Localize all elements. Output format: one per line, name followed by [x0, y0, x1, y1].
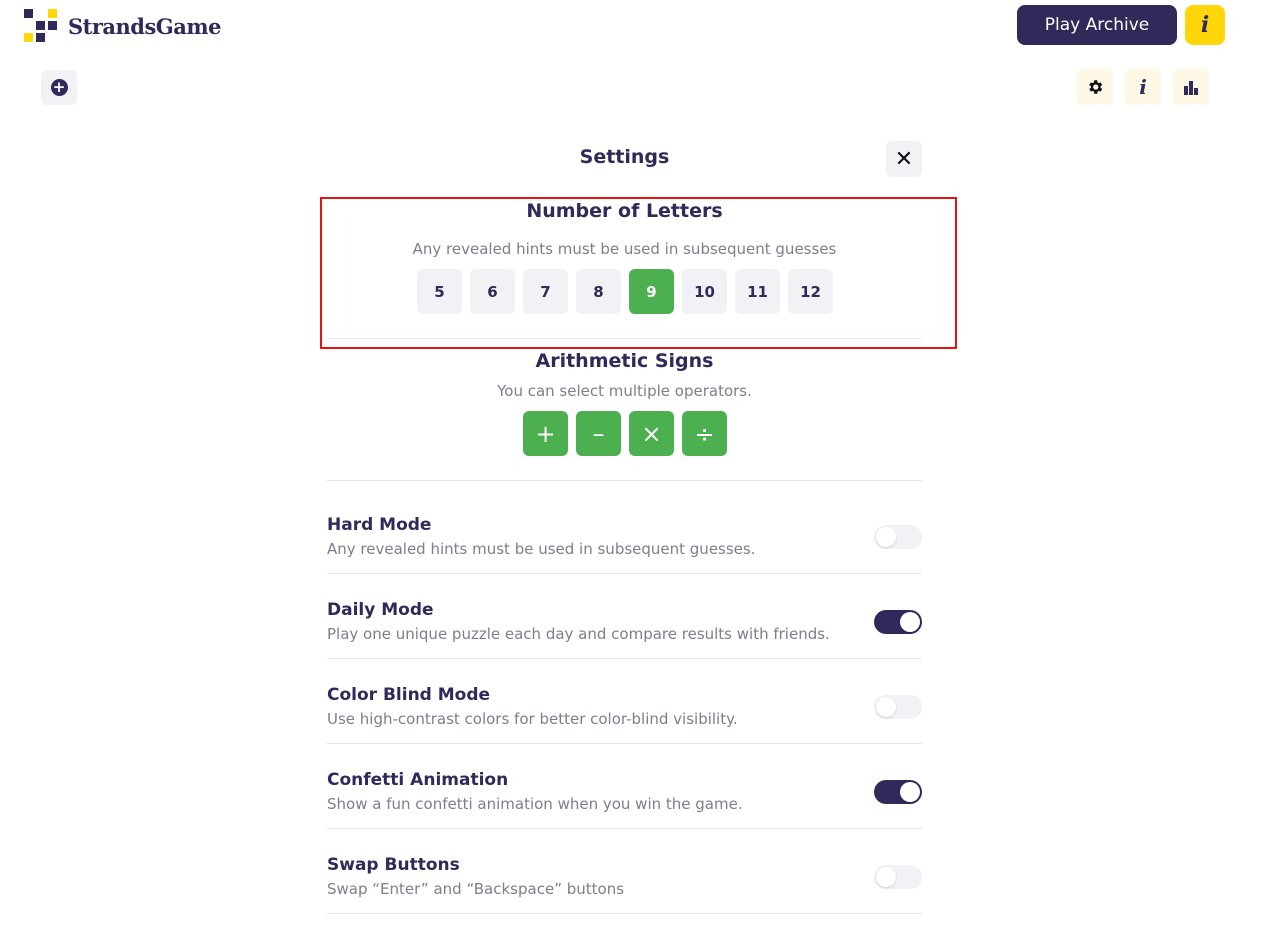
- logo-mark-icon: [24, 9, 58, 43]
- stats-button[interactable]: [1173, 69, 1209, 105]
- letter-option-7[interactable]: 7: [523, 269, 568, 314]
- letter-option-9[interactable]: 9: [629, 269, 674, 314]
- settings-title: Settings: [579, 146, 670, 168]
- divider: [327, 913, 922, 914]
- letters-subtitle: Any revealed hints must be used in subse…: [412, 240, 837, 258]
- hard-mode-description: Any revealed hints must be used in subse…: [327, 540, 756, 558]
- color-blind-mode-description: Use high-contrast colors for better colo…: [327, 710, 738, 728]
- letter-option-11[interactable]: 11: [735, 269, 780, 314]
- letters-options: 5 6 7 8 9 10 11 12: [417, 269, 833, 314]
- divider: [327, 743, 922, 744]
- letter-option-10[interactable]: 10: [682, 269, 727, 314]
- divider: [327, 658, 922, 659]
- confetti-animation-description: Show a fun confetti animation when you w…: [327, 795, 743, 813]
- daily-mode-label: Daily Mode: [327, 600, 434, 620]
- swap-buttons-row: Swap Buttons Swap “Enter” and “Backspace…: [327, 855, 922, 931]
- letter-option-6[interactable]: 6: [470, 269, 515, 314]
- plus-operator-button[interactable]: +: [523, 411, 568, 456]
- close-button[interactable]: ✕: [886, 141, 922, 177]
- info-header-button[interactable]: i: [1185, 5, 1225, 45]
- multiply-operator-button[interactable]: ×: [629, 411, 674, 456]
- daily-mode-row: Daily Mode Play one unique puzzle each d…: [327, 600, 922, 685]
- hard-mode-label: Hard Mode: [327, 515, 432, 535]
- daily-mode-toggle[interactable]: [874, 610, 922, 634]
- operator-options: + – × ÷: [523, 411, 727, 456]
- divider: [327, 338, 922, 339]
- hard-mode-row: Hard Mode Any revealed hints must be use…: [327, 515, 922, 600]
- confetti-animation-toggle[interactable]: [874, 780, 922, 804]
- plus-circle-icon: +: [50, 79, 68, 96]
- letter-option-5[interactable]: 5: [417, 269, 462, 314]
- swap-buttons-toggle[interactable]: [874, 865, 922, 889]
- daily-mode-description: Play one unique puzzle each day and comp…: [327, 625, 830, 643]
- hard-mode-toggle[interactable]: [874, 525, 922, 549]
- swap-buttons-description: Swap “Enter” and “Backspace” buttons: [327, 880, 625, 898]
- gear-icon: [1089, 80, 1103, 94]
- divider: [327, 828, 922, 829]
- confetti-animation-label: Confetti Animation: [327, 770, 509, 790]
- bar-chart-icon: [1184, 81, 1198, 95]
- color-blind-mode-label: Color Blind Mode: [327, 685, 491, 705]
- letter-option-12[interactable]: 12: [788, 269, 833, 314]
- settings-button[interactable]: [1077, 69, 1113, 105]
- divider: [327, 573, 922, 574]
- divider: [327, 480, 922, 481]
- minus-operator-button[interactable]: –: [576, 411, 621, 456]
- swap-buttons-label: Swap Buttons: [327, 855, 460, 875]
- letters-title: Number of Letters: [526, 200, 723, 222]
- logo[interactable]: StrandsGame: [24, 9, 221, 43]
- info-button[interactable]: i: [1125, 69, 1161, 105]
- letter-option-8[interactable]: 8: [576, 269, 621, 314]
- add-button[interactable]: +: [41, 70, 77, 105]
- divide-operator-button[interactable]: ÷: [682, 411, 727, 456]
- color-blind-mode-row: Color Blind Mode Use high-contrast color…: [327, 685, 922, 770]
- confetti-animation-row: Confetti Animation Show a fun confetti a…: [327, 770, 922, 855]
- color-blind-mode-toggle[interactable]: [874, 695, 922, 719]
- arithmetic-subtitle: You can select multiple operators.: [497, 382, 752, 400]
- logo-text: StrandsGame: [68, 13, 221, 39]
- arithmetic-title: Arithmetic Signs: [535, 350, 714, 372]
- play-archive-button[interactable]: Play Archive: [1017, 5, 1177, 45]
